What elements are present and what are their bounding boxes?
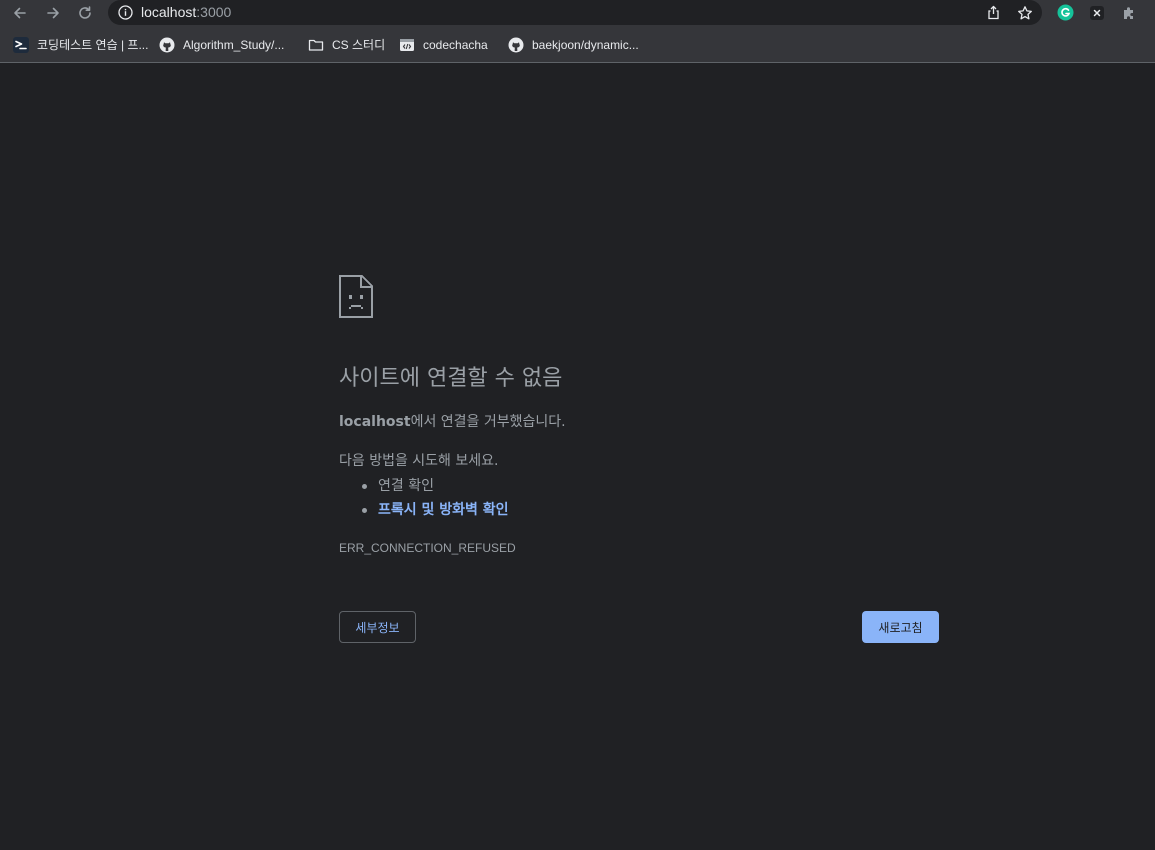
error-code: ERR_CONNECTION_REFUSED (339, 541, 516, 555)
code-icon (399, 37, 415, 53)
address-bar[interactable]: localhost:3000 (108, 0, 1042, 25)
arrow-right-icon (47, 7, 59, 19)
forward-button[interactable] (42, 2, 64, 24)
github-icon (159, 37, 175, 53)
github-icon (508, 37, 524, 53)
grammarly-icon (1057, 4, 1074, 21)
share-button[interactable] (984, 3, 1003, 22)
bookmark-label: codechacha (423, 37, 488, 52)
bookmark-item[interactable]: CS 스터디 (308, 36, 385, 53)
share-icon (988, 5, 999, 20)
arrow-left-icon (14, 7, 26, 19)
bookmark-star-button[interactable] (1015, 3, 1034, 22)
url-text[interactable]: localhost:3000 (141, 4, 231, 21)
reload-icon (79, 6, 91, 19)
suggestion-check-connection: 연결 확인 (339, 474, 509, 498)
suggestion-check-proxy-firewall-link[interactable]: 프록시 및 방화벽 확인 (339, 498, 509, 522)
bookmark-item[interactable]: Algorithm_Study/... (159, 36, 284, 53)
folder-icon (308, 37, 324, 53)
error-summary-text: 에서 연결을 거부했습니다. (410, 414, 566, 430)
star-icon (1017, 5, 1032, 19)
grammarly-extension[interactable] (1056, 3, 1075, 22)
puzzle-icon (1123, 6, 1133, 19)
bookmark-item[interactable]: 코딩테스트 연습 | 프... (13, 36, 148, 53)
info-icon[interactable] (117, 4, 134, 21)
extensions-button[interactable] (1119, 3, 1138, 22)
x-icon (1089, 5, 1104, 20)
bookmark-label: Algorithm_Study/... (183, 37, 285, 52)
url-host: localhost (141, 4, 197, 20)
browser-toolbar: localhost:3000 (0, 0, 1155, 27)
suggestions-heading: 다음 방법을 시도해 보세요. (339, 453, 499, 469)
reload-button[interactable]: 새로고침 (862, 611, 939, 643)
x-extension[interactable] (1087, 3, 1106, 22)
bookmarks-bar: 코딩테스트 연습 | 프... Algorithm_Study/... CS 스… (0, 27, 1155, 63)
programmers-icon (13, 36, 29, 53)
error-title: 사이트에 연결할 수 없음 (339, 366, 563, 391)
bookmark-label: baekjoon/dynamic... (532, 37, 639, 52)
bookmark-item[interactable]: baekjoon/dynamic... (508, 36, 639, 53)
url-port: :3000 (196, 4, 232, 20)
back-button[interactable] (9, 2, 31, 24)
bookmark-item[interactable]: codechacha (399, 36, 488, 53)
sad-page-icon (339, 275, 373, 318)
suggestions-list: 연결 확인 프록시 및 방화벽 확인 (339, 474, 509, 522)
error-host: localhost (339, 414, 411, 430)
details-button[interactable]: 세부정보 (339, 611, 416, 643)
reload-toolbar-button[interactable] (74, 2, 96, 24)
error-summary: localhost에서 연결을 거부했습니다. (339, 412, 566, 432)
bookmark-label: CS 스터디 (332, 38, 386, 52)
bookmark-label: 코딩테스트 연습 | 프... (37, 38, 149, 52)
